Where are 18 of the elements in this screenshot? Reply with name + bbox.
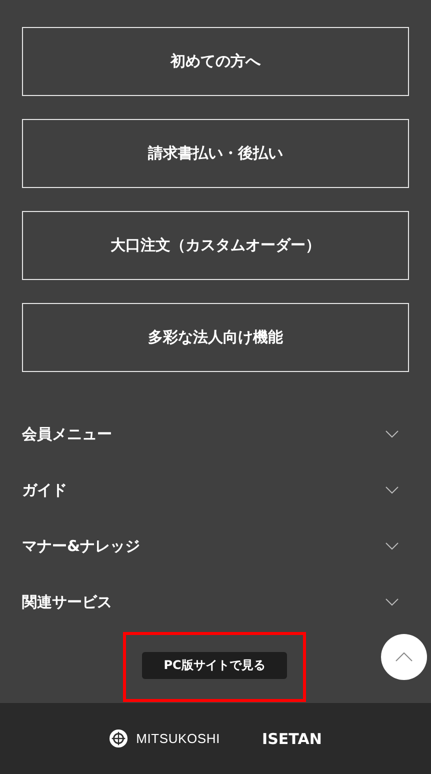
chevron-up-icon [395, 652, 413, 662]
chevron-icon[interactable] [385, 430, 399, 438]
pc-site-button[interactable]: PC版サイトで見る [142, 652, 288, 679]
accordion-label[interactable]: ガイド [22, 480, 67, 500]
chevron-icon[interactable] [385, 598, 399, 606]
brand-logo[interactable]: ISETAN [262, 730, 322, 748]
link-button[interactable]: 多彩な法人向け機能 [22, 303, 409, 372]
accordion-label[interactable]: 会員メニュー [22, 424, 112, 444]
chevron-icon[interactable] [385, 486, 399, 494]
link-button[interactable]: 初めての方へ [22, 27, 409, 96]
link-button[interactable]: 請求書払い・後払い [22, 119, 409, 188]
accordion-label[interactable]: マナー&ナレッジ [22, 536, 140, 556]
link-button[interactable]: 大口注文（カスタムオーダー） [22, 211, 409, 280]
crest-icon [109, 729, 128, 748]
scroll-top-button[interactable] [381, 634, 427, 680]
accordion-label[interactable]: 関連サービス [22, 592, 112, 612]
chevron-icon[interactable] [385, 542, 399, 550]
brand-logo[interactable]: MITSUKOSHI [136, 731, 220, 746]
